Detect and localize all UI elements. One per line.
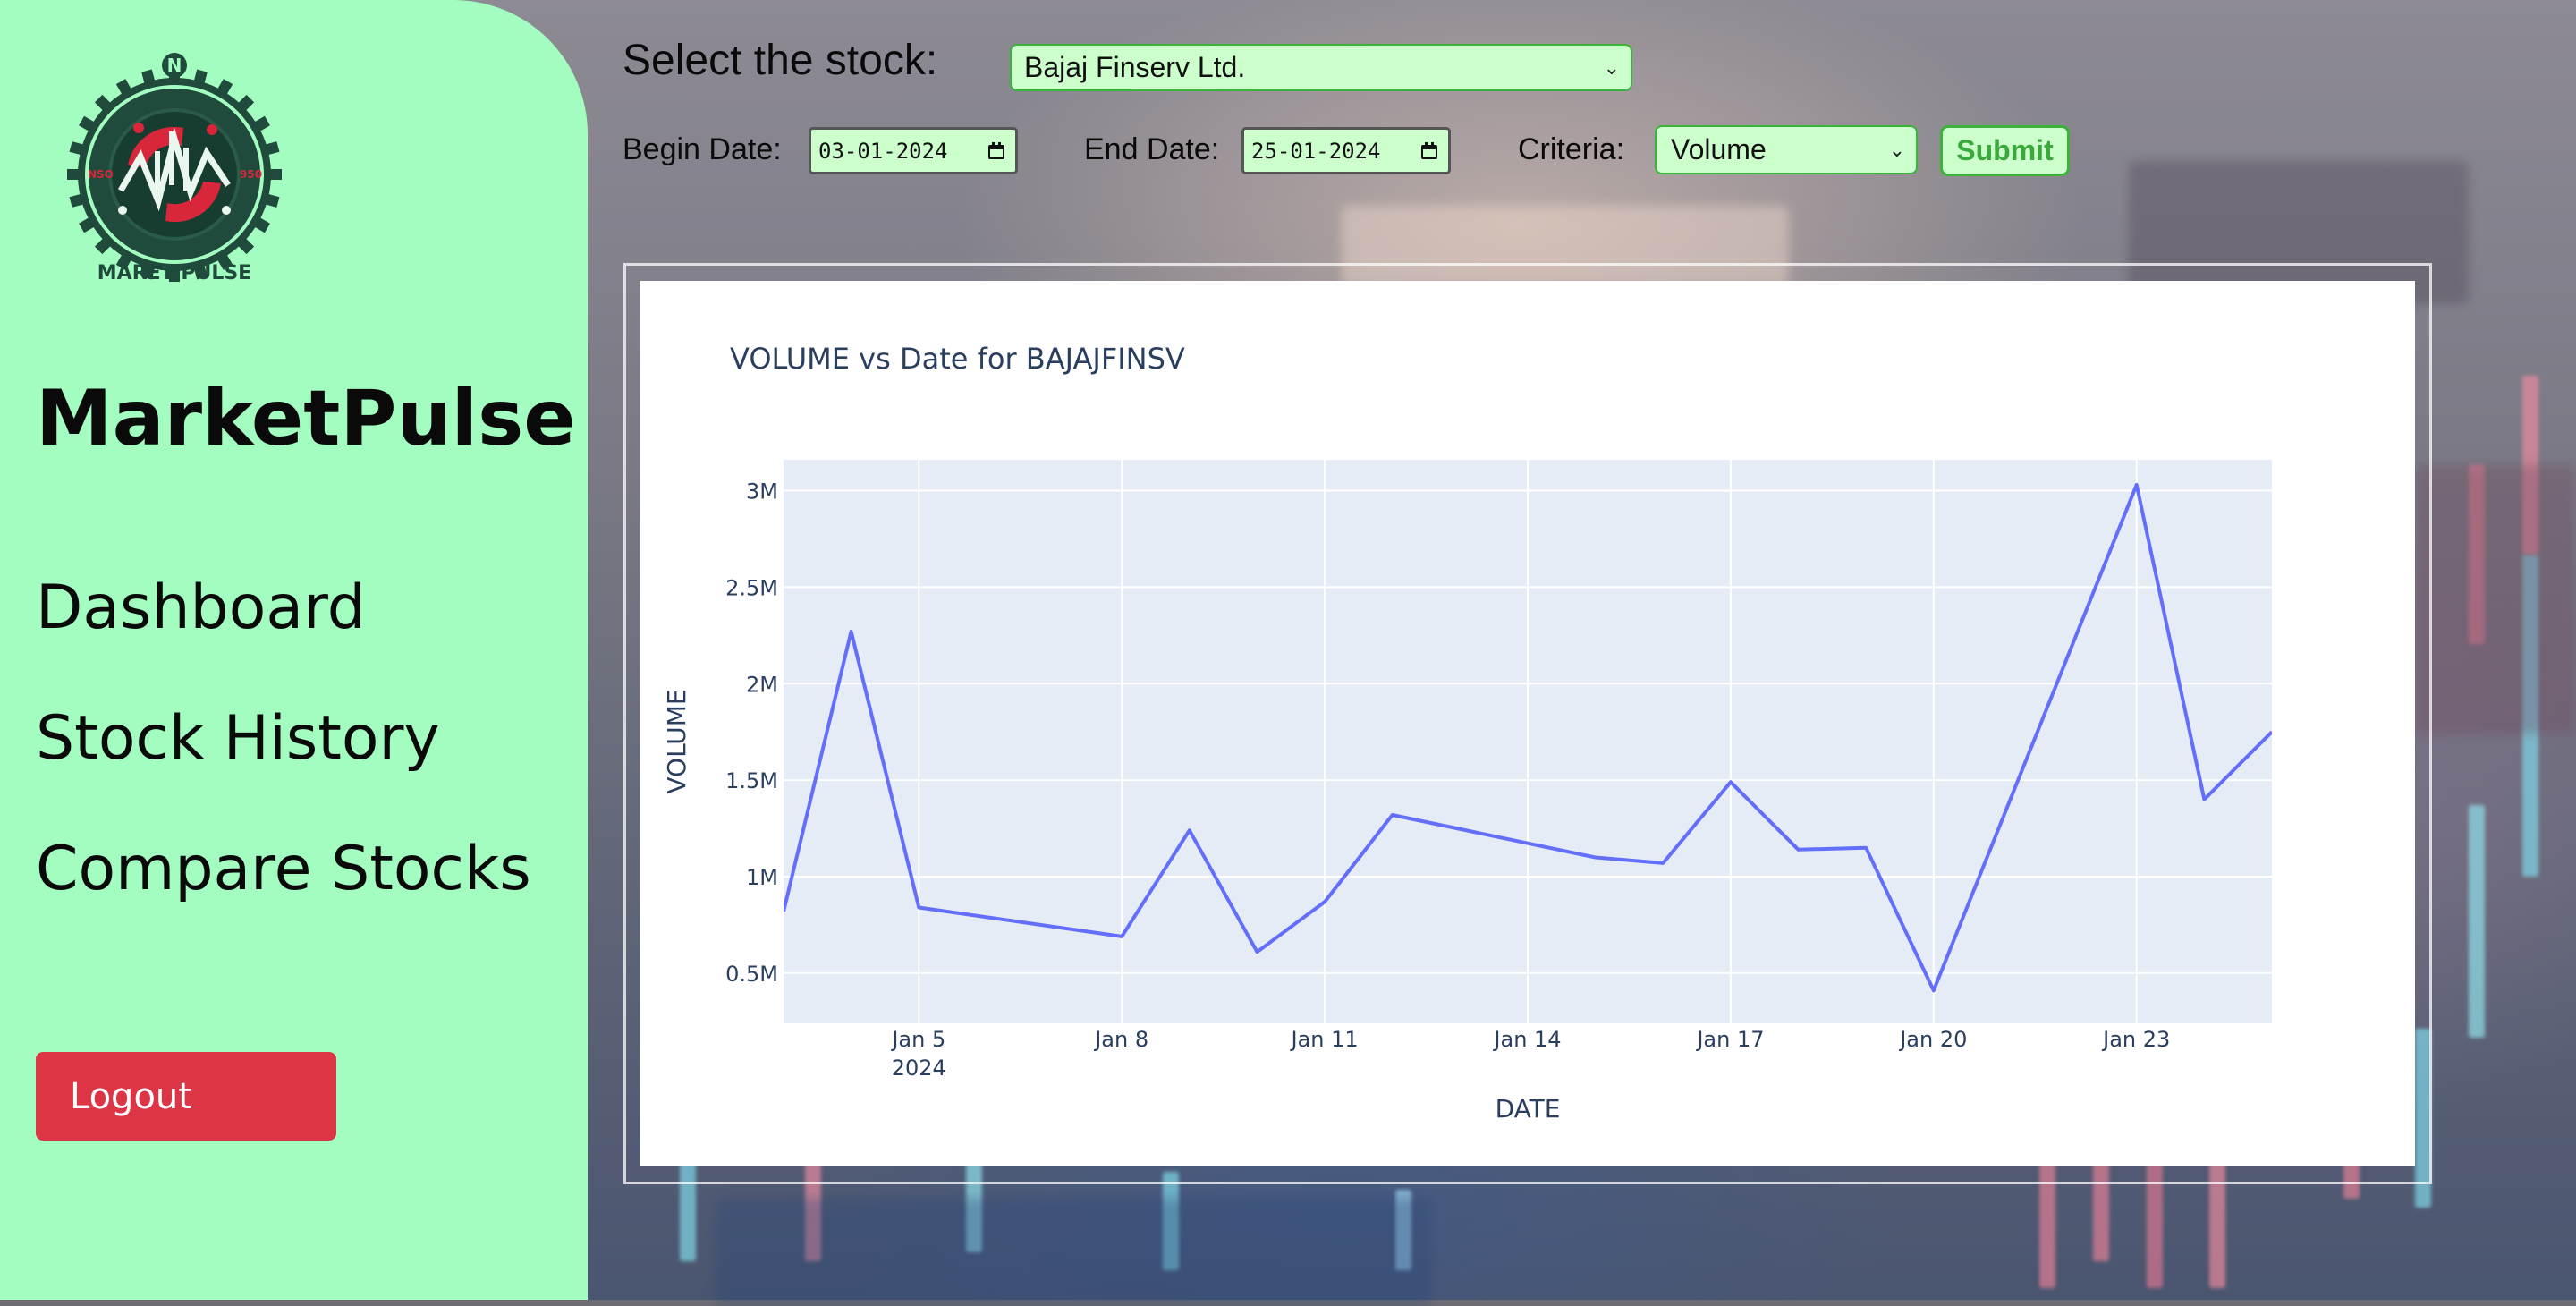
background-candle: [2469, 805, 2485, 1038]
calendar-icon[interactable]: [1419, 141, 1439, 161]
stock-select[interactable]: Bajaj Finserv Ltd. ⌄: [1010, 44, 1632, 91]
svg-text:N: N: [167, 55, 182, 76]
y-tick-label: 1.5M: [725, 768, 778, 793]
data-point[interactable]: [1387, 810, 1398, 820]
data-point[interactable]: [913, 903, 924, 913]
nav-compare-stocks[interactable]: Compare Stocks: [36, 834, 531, 904]
x-tick-label: Jan 20: [1898, 1027, 1967, 1052]
volume-line-chart: VOLUME vs Date for BAJAJFINSV 0.5M 1M 1.5M 2…: [662, 342, 2277, 1124]
x-tick-label: Jan 8: [1093, 1027, 1148, 1052]
data-point[interactable]: [1590, 852, 1601, 862]
criteria-select-value: Volume: [1671, 133, 1767, 165]
y-axis-label: VOLUME: [662, 689, 691, 793]
chevron-down-icon: ⌄: [1603, 55, 1620, 79]
data-point[interactable]: [778, 906, 789, 917]
x-tick-label: Jan 5: [890, 1027, 945, 1052]
x-tick-label: Jan 23: [2101, 1027, 2170, 1052]
data-point[interactable]: [1657, 858, 1668, 869]
data-point[interactable]: [1319, 896, 1330, 907]
background-blur: [2415, 465, 2576, 734]
y-tick-label: 2M: [746, 672, 778, 697]
begin-date-value: 03-01-2024: [818, 138, 948, 164]
x-axis-label: DATE: [1496, 1094, 1561, 1124]
logout-button[interactable]: Logout: [36, 1052, 336, 1141]
x-tick-label: Jan 14: [1492, 1027, 1561, 1052]
stock-select-label: Select the stock:: [623, 37, 938, 84]
criteria-label: Criteria:: [1518, 132, 1625, 166]
criteria-select[interactable]: Volume ⌄: [1655, 125, 1918, 174]
data-point[interactable]: [2199, 794, 2209, 805]
end-date-input[interactable]: 25-01-2024: [1241, 127, 1451, 174]
data-point[interactable]: [1793, 844, 1804, 855]
marketpulse-logo: N NSO 950 MARET PULSE: [67, 53, 282, 284]
nav-dashboard[interactable]: Dashboard: [36, 572, 366, 643]
svg-text:950: 950: [240, 168, 262, 181]
data-point[interactable]: [1251, 946, 1262, 957]
brand-title: MarketPulse: [36, 374, 576, 463]
data-point[interactable]: [2267, 726, 2277, 737]
calendar-icon[interactable]: [987, 141, 1006, 161]
data-point[interactable]: [2131, 479, 2142, 490]
data-point[interactable]: [1928, 985, 1939, 996]
svg-text:MARET PULSE: MARET PULSE: [97, 262, 251, 284]
begin-date-label: Begin Date:: [623, 132, 782, 166]
y-tick-label: 0.5M: [725, 962, 778, 987]
x-tick-label: Jan 11: [1290, 1027, 1359, 1052]
submit-button[interactable]: Submit: [1940, 125, 2070, 176]
begin-date-input[interactable]: 03-01-2024: [809, 127, 1018, 174]
x-tick-label: Jan 17: [1695, 1027, 1764, 1052]
y-tick-label: 3M: [746, 479, 778, 505]
data-point[interactable]: [1184, 825, 1195, 835]
x-tick-sublabel: 2024: [892, 1056, 946, 1081]
sidebar: N NSO 950 MARET PULSE MarketPulse Dashbo…: [0, 0, 588, 1300]
y-tick-label: 1M: [746, 865, 778, 890]
background-blur: [716, 1199, 1431, 1306]
end-date-value: 25-01-2024: [1251, 138, 1381, 164]
chart-title: VOLUME vs Date for BAJAJFINSV: [730, 342, 1185, 376]
data-point[interactable]: [1860, 843, 1871, 853]
chevron-down-icon: ⌄: [1888, 138, 1905, 161]
y-tick-label: 2.5M: [725, 575, 778, 600]
data-point[interactable]: [1116, 931, 1127, 942]
chart-container: VOLUME vs Date for BAJAJFINSV 0.5M 1M 1.5M 2…: [640, 281, 2415, 1166]
data-point[interactable]: [1725, 776, 1736, 787]
stock-select-value: Bajaj Finserv Ltd.: [1024, 51, 1246, 83]
end-date-label: End Date:: [1084, 132, 1220, 166]
nav-stock-history[interactable]: Stock History: [36, 703, 440, 774]
svg-text:NSO: NSO: [88, 168, 114, 181]
data-point[interactable]: [846, 626, 857, 637]
